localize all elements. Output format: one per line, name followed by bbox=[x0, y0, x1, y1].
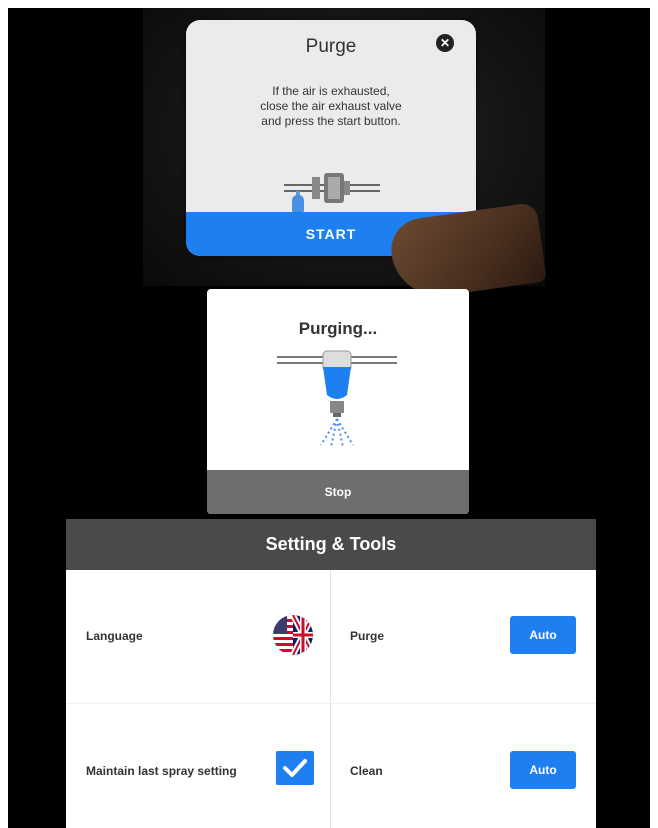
row-divider bbox=[66, 703, 596, 704]
message-line-3: and press the start button. bbox=[261, 114, 401, 128]
clean-label: Clean bbox=[350, 764, 383, 778]
checkmark-icon bbox=[283, 759, 307, 777]
spray-nozzle-icon bbox=[277, 350, 397, 448]
purging-title: Purging... bbox=[298, 319, 378, 338]
settings-title: Setting & Tools bbox=[66, 519, 596, 570]
clean-auto-button[interactable]: Auto bbox=[510, 751, 576, 789]
language-label: Language bbox=[86, 629, 143, 643]
stop-button[interactable]: Stop bbox=[207, 470, 469, 514]
message-line-1: If the air is exhausted, bbox=[272, 84, 390, 98]
valve-illustration-icon bbox=[284, 173, 380, 215]
message-line-2: close the air exhaust valve bbox=[260, 99, 402, 113]
purge-dialog-message: If the air is exhausted, close the air e… bbox=[206, 84, 456, 129]
maintain-setting-label: Maintain last spray setting bbox=[86, 764, 237, 778]
maintain-setting-checkbox[interactable] bbox=[276, 751, 314, 785]
settings-panel: Setting & Tools Language Purge Auto Main… bbox=[66, 519, 596, 828]
close-icon[interactable]: ✕ bbox=[436, 34, 454, 52]
us-uk-flag-icon[interactable] bbox=[273, 615, 313, 655]
purge-auto-button[interactable]: Auto bbox=[510, 616, 576, 654]
column-divider bbox=[330, 570, 331, 828]
purge-label: Purge bbox=[350, 629, 385, 643]
purging-dialog: Purging... Stop bbox=[207, 289, 469, 514]
purge-dialog-title: Purge bbox=[305, 36, 357, 57]
